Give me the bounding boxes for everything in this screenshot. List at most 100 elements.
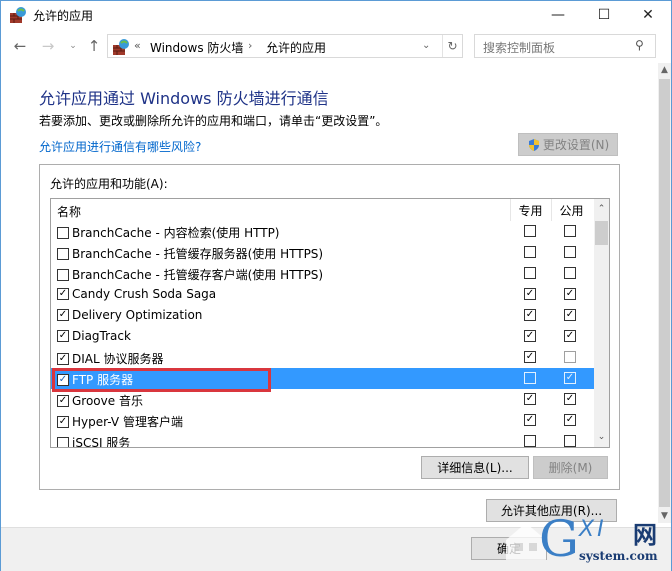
app-enabled-checkbox[interactable]: ✓ bbox=[57, 352, 69, 365]
app-enabled-checkbox[interactable]: ✓ bbox=[57, 309, 69, 321]
back-button[interactable]: ← bbox=[11, 35, 29, 57]
app-enabled-checkbox[interactable]: ✓ bbox=[57, 373, 69, 386]
breadcrumb-windows-firewall[interactable]: Windows 防火墙 bbox=[150, 39, 243, 56]
scroll-down-icon[interactable]: ▼ bbox=[658, 509, 671, 523]
app-row[interactable]: ✓ Groove 音乐 ✓ ✓ bbox=[51, 389, 594, 410]
public-network-cell bbox=[564, 225, 576, 237]
column-header-private[interactable]: 专用 bbox=[510, 199, 550, 221]
private-network-cell: ✓ bbox=[524, 351, 536, 363]
private-network-checkbox[interactable]: ✓ bbox=[524, 288, 536, 300]
private-network-cell bbox=[524, 225, 536, 237]
public-network-checkbox[interactable] bbox=[564, 225, 576, 237]
scrollbar-thumb[interactable] bbox=[595, 221, 608, 245]
list-scrollbar[interactable]: ⌃ ⌄ bbox=[594, 199, 609, 447]
allowed-apps-list[interactable]: 名称 专用 公用 BranchCache - 内容检索(使用 HTTP) Bran… bbox=[50, 198, 610, 448]
maximize-button[interactable]: ☐ bbox=[581, 1, 627, 29]
app-rows: BranchCache - 内容检索(使用 HTTP) BranchCache -… bbox=[51, 221, 594, 447]
window-scrollbar[interactable]: ▲ ▼ bbox=[658, 63, 671, 523]
public-network-checkbox[interactable]: ✓ bbox=[564, 330, 576, 342]
public-network-checkbox[interactable]: ✓ bbox=[564, 309, 576, 321]
app-row[interactable]: ✓ DIAL 协议服务器 ✓ bbox=[51, 347, 594, 368]
column-header-public[interactable]: 公用 bbox=[551, 199, 591, 221]
firewall-icon bbox=[113, 39, 129, 55]
public-network-cell bbox=[564, 435, 576, 447]
app-enabled-checkbox[interactable]: ✓ bbox=[57, 288, 69, 300]
app-name-cell: BranchCache - 托管缓存客户端(使用 HTTPS) bbox=[57, 266, 323, 283]
app-enabled-checkbox[interactable]: ✓ bbox=[57, 394, 69, 407]
address-dropdown-icon[interactable]: ⌄ bbox=[422, 40, 430, 51]
public-network-cell: ✓ bbox=[564, 372, 576, 384]
public-network-checkbox[interactable] bbox=[564, 267, 576, 279]
private-network-checkbox[interactable] bbox=[524, 225, 536, 237]
private-network-checkbox[interactable] bbox=[524, 267, 536, 279]
private-network-checkbox[interactable]: ✓ bbox=[524, 393, 536, 405]
app-enabled-checkbox[interactable]: ✓ bbox=[57, 415, 69, 428]
window-title: 允许的应用 bbox=[33, 9, 94, 23]
public-network-checkbox[interactable] bbox=[564, 351, 576, 363]
list-header: 名称 专用 公用 bbox=[51, 199, 594, 221]
private-network-checkbox[interactable]: ✓ bbox=[524, 330, 536, 342]
app-row[interactable]: ✓ Hyper-V 管理客户端 ✓ ✓ bbox=[51, 410, 594, 431]
app-row[interactable]: ✓ DiagTrack ✓ ✓ bbox=[51, 326, 594, 347]
recent-locations-button[interactable]: ⌄ bbox=[67, 35, 79, 57]
private-network-cell: ✓ bbox=[524, 309, 536, 321]
scroll-down-icon[interactable]: ⌄ bbox=[594, 429, 609, 445]
remove-button[interactable]: 删除(M) bbox=[533, 456, 608, 479]
search-input[interactable]: 搜索控制面板 ⚲ bbox=[474, 34, 656, 58]
app-enabled-checkbox[interactable]: ✓ bbox=[57, 330, 69, 342]
private-network-checkbox[interactable] bbox=[524, 372, 536, 384]
search-icon[interactable]: ⚲ bbox=[635, 38, 644, 52]
close-button[interactable]: ✕ bbox=[625, 1, 671, 29]
private-network-checkbox[interactable]: ✓ bbox=[524, 309, 536, 321]
risk-info-link[interactable]: 允许应用进行通信有哪些风险? bbox=[39, 138, 201, 155]
forward-button[interactable]: → bbox=[39, 35, 57, 57]
column-header-name[interactable]: 名称 bbox=[57, 203, 81, 220]
private-network-cell bbox=[524, 372, 536, 384]
app-row[interactable]: BranchCache - 内容检索(使用 HTTP) bbox=[51, 221, 594, 242]
app-row[interactable]: ✓ Candy Crush Soda Saga ✓ ✓ bbox=[51, 284, 594, 305]
up-button[interactable]: ↑ bbox=[85, 35, 103, 57]
details-button[interactable]: 详细信息(L)... bbox=[421, 456, 529, 479]
public-network-cell: ✓ bbox=[564, 393, 576, 405]
app-name-cell: ✓ FTP 服务器 bbox=[57, 371, 133, 388]
app-enabled-checkbox[interactable] bbox=[57, 436, 69, 447]
app-enabled-checkbox[interactable] bbox=[57, 268, 69, 281]
app-row[interactable]: ✓ FTP 服务器 ✓ bbox=[51, 368, 594, 389]
public-network-checkbox[interactable] bbox=[564, 246, 576, 258]
private-network-checkbox[interactable]: ✓ bbox=[524, 414, 536, 426]
ok-button[interactable]: 确定 bbox=[471, 537, 547, 560]
app-row[interactable]: BranchCache - 托管缓存客户端(使用 HTTPS) bbox=[51, 263, 594, 284]
app-enabled-checkbox[interactable] bbox=[57, 226, 69, 239]
public-network-checkbox[interactable] bbox=[564, 435, 576, 447]
private-network-checkbox[interactable] bbox=[524, 435, 536, 447]
minimize-button[interactable]: — bbox=[535, 1, 581, 29]
app-name: Candy Crush Soda Saga bbox=[72, 287, 217, 301]
scrollbar-thumb[interactable] bbox=[659, 79, 670, 507]
app-row[interactable]: iSCSI 服务 bbox=[51, 431, 594, 447]
public-network-checkbox[interactable]: ✓ bbox=[564, 414, 576, 426]
app-row[interactable]: ✓ Delivery Optimization ✓ ✓ bbox=[51, 305, 594, 326]
scroll-up-icon[interactable]: ⌃ bbox=[594, 201, 609, 217]
breadcrumb-allowed-apps[interactable]: 允许的应用 bbox=[266, 39, 326, 56]
public-network-checkbox[interactable]: ✓ bbox=[564, 393, 576, 405]
public-network-checkbox[interactable]: ✓ bbox=[564, 288, 576, 300]
address-bar[interactable]: « Windows 防火墙 › 允许的应用 ⌄ ↻ bbox=[107, 34, 463, 58]
private-network-cell: ✓ bbox=[524, 330, 536, 342]
private-network-checkbox[interactable]: ✓ bbox=[524, 351, 536, 363]
private-network-cell: ✓ bbox=[524, 288, 536, 300]
app-name: Hyper-V 管理客户端 bbox=[72, 415, 183, 429]
private-network-cell bbox=[524, 246, 536, 258]
private-network-checkbox[interactable] bbox=[524, 246, 536, 258]
title-bar: 允许的应用 — ☐ ✕ bbox=[1, 1, 671, 29]
app-row[interactable]: BranchCache - 托管缓存服务器(使用 HTTPS) bbox=[51, 242, 594, 263]
public-network-checkbox[interactable]: ✓ bbox=[564, 372, 576, 384]
overflow-chevron-icon[interactable]: « bbox=[134, 39, 141, 52]
app-enabled-checkbox[interactable] bbox=[57, 247, 69, 260]
app-name-cell: ✓ DiagTrack bbox=[57, 329, 131, 343]
breadcrumb-separator-icon[interactable]: › bbox=[248, 39, 252, 52]
allow-another-app-button[interactable]: 允许其他应用(R)... bbox=[486, 499, 617, 522]
private-network-cell: ✓ bbox=[524, 414, 536, 426]
change-settings-button[interactable]: 更改设置(N) bbox=[518, 133, 618, 156]
scroll-up-icon[interactable]: ▲ bbox=[658, 63, 671, 77]
refresh-button[interactable]: ↻ bbox=[442, 35, 462, 57]
